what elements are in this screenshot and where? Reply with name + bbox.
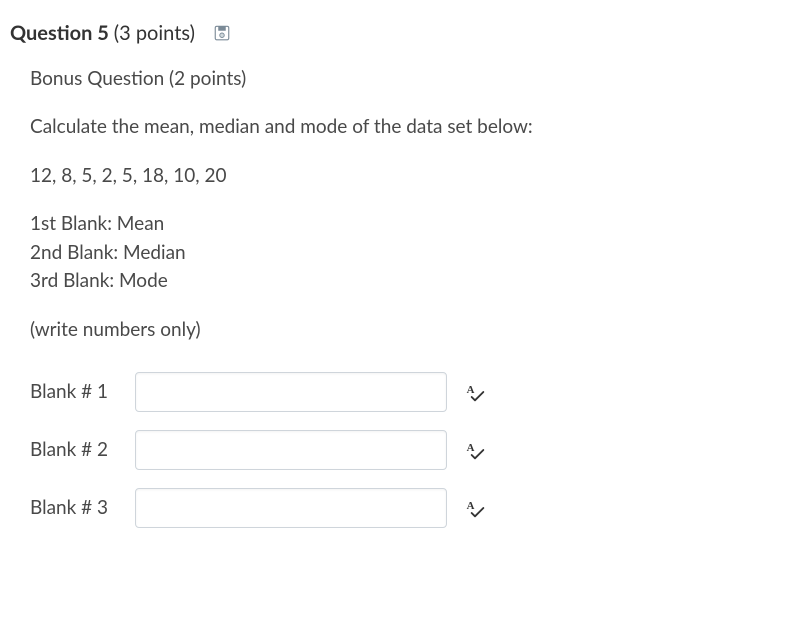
blank-row-1: Blank # 1 A	[30, 372, 790, 412]
bonus-line: Bonus Question (2 points)	[30, 65, 790, 94]
blank-label-3: Blank # 3	[30, 494, 135, 523]
answer-hint: (write numbers only)	[30, 316, 790, 345]
blank-input-1[interactable]	[135, 372, 447, 412]
blank-row-2: Blank # 2 A	[30, 430, 790, 470]
spellcheck-icon[interactable]: A	[465, 382, 485, 402]
svg-text:A: A	[467, 500, 475, 512]
spellcheck-icon[interactable]: A	[465, 440, 485, 460]
question-number: Question 5	[10, 21, 109, 45]
blank-label-2: Blank # 2	[30, 436, 135, 465]
question-title: Question 5 (3 points)	[10, 18, 195, 49]
blank-row-3: Blank # 3 A	[30, 488, 790, 528]
legend-first: 1st Blank: Mean	[30, 210, 790, 239]
blank-input-3[interactable]	[135, 488, 447, 528]
blank-input-2[interactable]	[135, 430, 447, 470]
spellcheck-icon[interactable]: A	[465, 498, 485, 518]
question-prompt: Calculate the mean, median and mode of t…	[30, 113, 790, 142]
question-body: Bonus Question (2 points) Calculate the …	[10, 65, 790, 529]
legend-third: 3rd Blank: Mode	[30, 267, 790, 296]
question-points: (3 points)	[114, 21, 195, 45]
legend-second: 2nd Blank: Median	[30, 239, 790, 268]
data-set: 12, 8, 5, 2, 5, 18, 10, 20	[30, 162, 790, 191]
svg-text:A: A	[467, 384, 475, 396]
question-header: Question 5 (3 points)	[10, 18, 790, 49]
blank-label-1: Blank # 1	[30, 378, 135, 407]
svg-text:A: A	[467, 442, 475, 454]
blank-legend: 1st Blank: Mean 2nd Blank: Median 3rd Bl…	[30, 210, 790, 296]
save-status-icon	[213, 24, 231, 42]
